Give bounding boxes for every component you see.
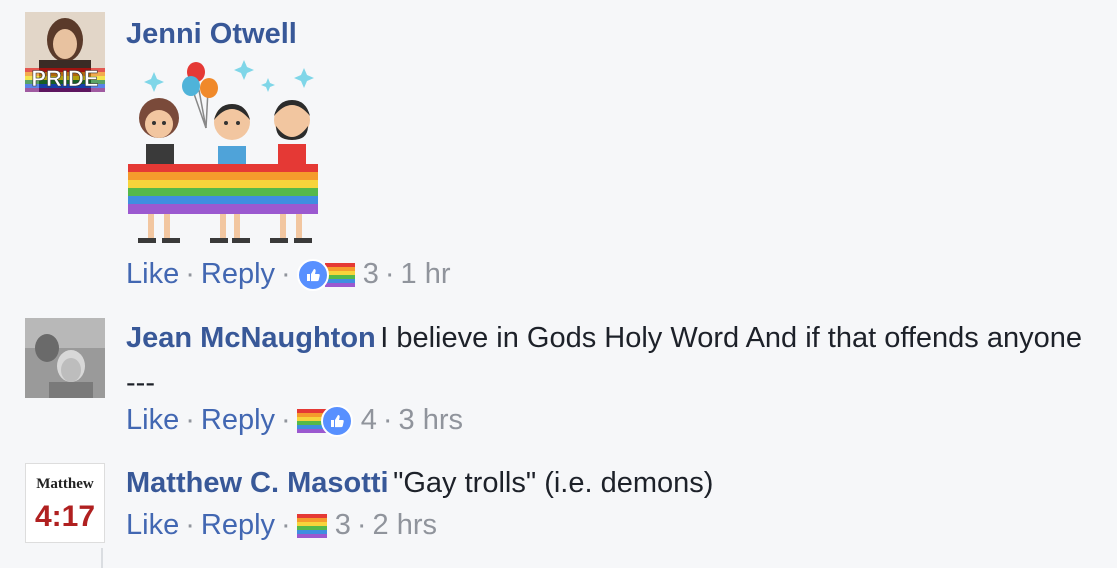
comment-actions: Like · Reply · 3 · 2 hrs (126, 509, 437, 542)
separator: · (382, 404, 393, 436)
like-icon (320, 404, 353, 437)
comment-actions: Like · Reply · 4 · 3 hrs (126, 404, 463, 437)
like-button[interactable]: Like (126, 404, 179, 437)
reply-button[interactable]: Reply (201, 404, 275, 437)
reply-button[interactable]: Reply (201, 509, 275, 542)
like-button[interactable]: Like (126, 509, 179, 542)
separator: · (185, 509, 195, 541)
comment-text: "Gay trolls" (i.e. demons) (393, 467, 714, 499)
avatar[interactable]: PRIDE (25, 12, 105, 92)
avatar[interactable]: Matthew 4:17 (25, 463, 105, 543)
reactions[interactable] (296, 513, 327, 538)
reaction-count[interactable]: 3 (363, 258, 379, 291)
thread-rail (101, 548, 103, 568)
author-name[interactable]: Jean McNaughton (126, 322, 376, 354)
reaction-count[interactable]: 4 (361, 404, 377, 437)
reply-button[interactable]: Reply (201, 258, 275, 291)
separator: · (185, 404, 195, 436)
author-name[interactable]: Matthew C. Masotti (126, 467, 389, 499)
avatar[interactable] (25, 318, 105, 398)
avatar-verse-text: 4:17 (34, 500, 96, 533)
timestamp[interactable]: 1 hr (401, 258, 451, 291)
like-icon (296, 258, 329, 291)
separator: · (185, 258, 195, 290)
pride-parade-sticker (128, 60, 318, 243)
separator: · (384, 258, 395, 290)
separator: · (281, 258, 291, 290)
reactions[interactable] (296, 258, 355, 291)
reactions[interactable] (296, 404, 353, 437)
separator: · (356, 509, 367, 541)
pride-flag-icon (296, 513, 327, 538)
pride-flag-icon (324, 262, 355, 287)
like-button[interactable]: Like (126, 258, 179, 291)
avatar-photo (25, 318, 105, 398)
avatar-pride-text: PRIDE (31, 66, 98, 91)
timestamp[interactable]: 3 hrs (399, 404, 463, 437)
avatar-photo: PRIDE (25, 12, 105, 92)
avatar-name-text: Matthew (36, 476, 94, 492)
separator: · (281, 404, 291, 436)
timestamp[interactable]: 2 hrs (373, 509, 437, 542)
reaction-count[interactable]: 3 (335, 509, 351, 542)
comment-actions: Like · Reply · 3 · 1 hr (126, 258, 451, 291)
separator: · (281, 509, 291, 541)
author-name[interactable]: Jenni Otwell (126, 18, 297, 50)
